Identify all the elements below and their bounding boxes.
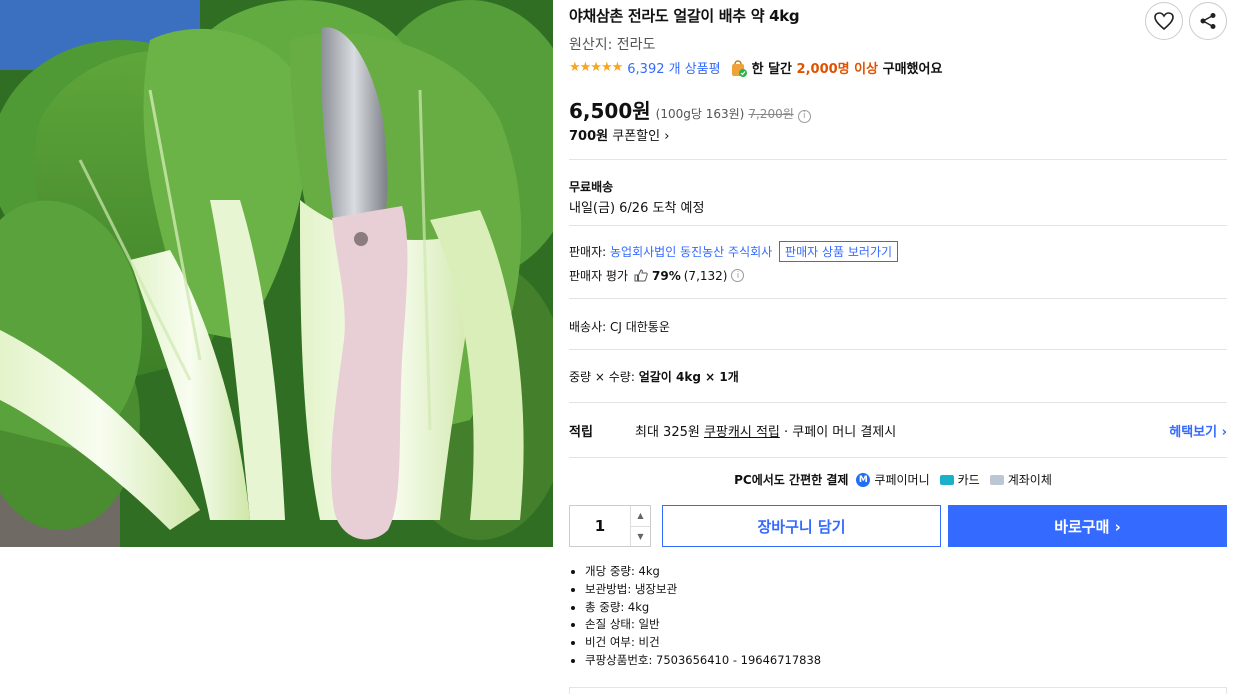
quantity-increase-button[interactable]: ▲ — [631, 506, 650, 527]
option-value: 얼갈이 4kg × 1개 — [638, 370, 739, 384]
delivery-label: 무료배송 — [569, 180, 614, 194]
coupon-amount: 700원 — [569, 129, 609, 144]
purchase-count: 한 달간 2,000명 이상 구매했어요 — [752, 58, 943, 77]
purchase-suffix: 구매했어요 — [882, 62, 943, 77]
seller-products-button[interactable]: 판매자 상품 보러가기 — [779, 241, 899, 262]
chevron-up-icon: ▲ — [637, 511, 644, 521]
thumbs-up-icon — [634, 269, 648, 282]
attribute-item: 쿠팡상품번호: 7503656410 - 19646717838 — [585, 652, 821, 670]
next-section-box — [569, 687, 1227, 694]
reward-condition: · 쿠페이 머니 결제시 — [784, 425, 897, 440]
original-price: 7,200원 — [748, 107, 794, 121]
reward-text: 최대 325원 쿠팡캐시 적립 · 쿠페이 머니 결제시 — [635, 421, 896, 440]
attribute-item: 손질 상태: 일반 — [585, 616, 821, 634]
payment-method-label: 계좌이체 — [1007, 473, 1052, 487]
info-icon[interactable]: i — [797, 109, 811, 123]
share-button[interactable] — [1189, 2, 1227, 40]
seller-rating-row: 판매자 평가 79% (7,132) i — [569, 267, 745, 284]
payment-card: 카드 — [939, 471, 980, 488]
reward-max: 최대 325원 — [635, 425, 700, 440]
seller-label: 판매자: — [569, 245, 607, 259]
attribute-item: 비건 여부: 비건 — [585, 634, 821, 652]
seller-rating-label: 판매자 평가 — [569, 269, 629, 283]
card-icon — [939, 474, 954, 485]
option-label: 중량 × 수량: — [569, 370, 635, 384]
benefits-link[interactable]: 헤택보기 › — [1169, 421, 1227, 440]
quantity-steps: ▲ ▼ — [630, 506, 650, 546]
divider — [569, 349, 1227, 350]
payment-method-label: 쿠페이머니 — [874, 473, 930, 487]
payment-method-label: 카드 — [957, 473, 980, 487]
payment-bank-transfer: 계좌이체 — [989, 471, 1052, 488]
coupang-cash-link[interactable]: 쿠팡캐시 적립 — [704, 425, 780, 440]
price-row: 6,500원 (100g당 163원) 7,200원 i — [569, 95, 811, 124]
product-image — [0, 0, 553, 547]
shopping-bag-icon — [731, 59, 747, 77]
divider — [569, 402, 1227, 403]
payment-title: PC에서도 간편한 결제 — [734, 473, 849, 487]
chevron-right-icon: › — [664, 129, 670, 144]
purchase-prefix: 한 달간 — [751, 62, 793, 77]
product-attributes: 개당 중량: 4kg 보관방법: 냉장보관 총 중량: 4kg 손질 상태: 일… — [585, 563, 821, 670]
coupon-discount-link[interactable]: 700원 쿠폰할인 › — [569, 125, 669, 144]
option-row: 중량 × 수량: 얼갈이 4kg × 1개 — [569, 368, 739, 385]
product-title: 야채삼촌 전라도 얼갈이 배추 약 4kg — [569, 7, 800, 25]
quantity-decrease-button[interactable]: ▼ — [631, 527, 650, 547]
delivery-eta: 내일(금) 6/26 도착 예정 — [569, 201, 705, 216]
attribute-item: 총 중량: 4kg — [585, 599, 821, 617]
buy-now-button[interactable]: 바로구매 › — [948, 505, 1227, 547]
seller-name-link[interactable]: 농업회사법인 동진농산 주식회사 — [610, 245, 772, 259]
rating-row: ★★★★★ 6,392 개 상품평 한 달간 2,000명 이상 구매했어요 — [569, 58, 942, 77]
info-icon[interactable]: i — [731, 269, 745, 282]
share-icon — [1200, 13, 1216, 29]
coupay-money-icon: M — [856, 472, 871, 487]
origin-text: 원산지: 전라도 — [569, 37, 656, 53]
like-button[interactable] — [1145, 2, 1183, 40]
seller-rating-count: (7,132) — [683, 268, 728, 283]
unit-price: (100g당 163원) — [655, 107, 745, 121]
divider — [569, 457, 1227, 458]
attribute-item: 보관방법: 냉장보관 — [585, 581, 821, 599]
rating-stars: ★★★★★ — [569, 60, 623, 75]
divider — [569, 298, 1227, 299]
divider — [569, 225, 1227, 226]
sale-price: 6,500원 — [569, 99, 651, 123]
shipping-carrier: 배송사: CJ 대한통운 — [569, 320, 670, 334]
chevron-down-icon: ▼ — [637, 531, 644, 541]
review-count-link[interactable]: 6,392 개 상품평 — [627, 58, 720, 77]
seller-rating-percent: 79% — [652, 268, 681, 283]
payment-methods: PC에서도 간편한 결제 M 쿠페이머니 카드 계좌이체 — [569, 471, 1227, 488]
attribute-item: 개당 중량: 4kg — [585, 563, 821, 581]
purchase-number: 2,000명 이상 — [796, 62, 879, 77]
bank-transfer-icon — [989, 474, 1004, 485]
divider — [569, 159, 1227, 160]
quantity-stepper[interactable]: 1 ▲ ▼ — [569, 505, 651, 547]
reward-label: 적립 — [569, 425, 593, 440]
add-to-cart-button[interactable]: 장바구니 담기 — [662, 505, 941, 547]
seller-row: 판매자: 농업회사법인 동진농산 주식회사 판매자 상품 보러가기 — [569, 241, 899, 262]
heart-icon — [1154, 12, 1174, 30]
quantity-value[interactable]: 1 — [570, 506, 630, 546]
coupon-label: 쿠폰할인 — [612, 129, 661, 144]
payment-coupay-money: M 쿠페이머니 — [856, 471, 930, 488]
